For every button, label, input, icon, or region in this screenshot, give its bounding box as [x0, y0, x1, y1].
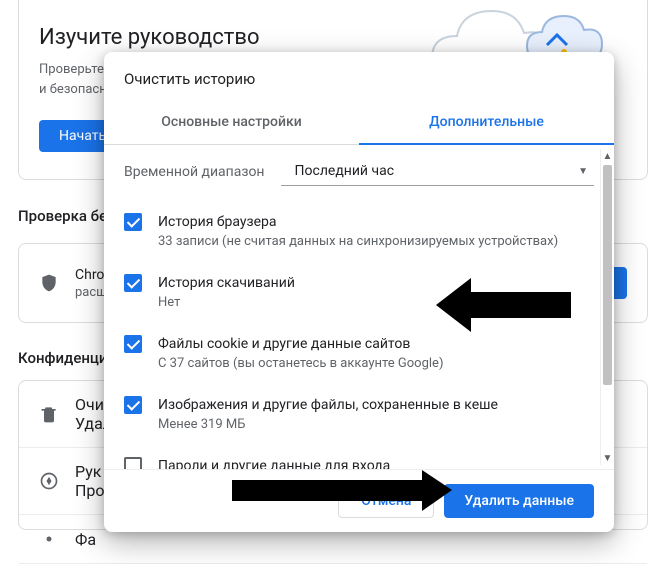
chevron-down-icon: ▼ — [578, 166, 588, 177]
cancel-button[interactable]: Отмена — [338, 484, 434, 518]
item-title: История браузера — [158, 212, 594, 232]
scrollbar[interactable]: ▲ ▼ — [600, 149, 613, 465]
item-title: Изображения и другие файлы, сохраненные … — [158, 395, 594, 415]
item-passwords: Пароли и другие данные для входа Нет — [124, 448, 594, 469]
scroll-up-icon[interactable]: ▲ — [601, 149, 614, 163]
shield-icon — [39, 273, 59, 293]
time-range-select[interactable]: Последний час ▼ — [281, 157, 594, 186]
trash-icon — [39, 404, 59, 424]
time-range-label: Временной диапазон — [124, 164, 265, 180]
clear-history-dialog: Очистить историю Основные настройки Допо… — [104, 52, 614, 532]
clear-data-button[interactable]: Удалить данные — [444, 484, 594, 518]
tabs: Основные настройки Дополнительные — [104, 102, 614, 145]
checkbox-browsing-history[interactable] — [124, 213, 142, 231]
tab-advanced[interactable]: Дополнительные — [359, 102, 614, 144]
time-range-value: Последний час — [295, 163, 395, 179]
checkbox-cache[interactable] — [124, 396, 142, 414]
item-sub: 33 записи (не считая данных на синхрониз… — [158, 233, 594, 251]
item-browsing-history: История браузера 33 записи (не считая да… — [124, 204, 594, 265]
checkbox-download-history[interactable] — [124, 274, 142, 292]
item-title: Файлы cookie и другие данные сайтов — [158, 334, 594, 354]
item-sub: Менее 319 МБ — [158, 416, 594, 434]
item-title: История скачиваний — [158, 273, 594, 293]
item-sub: Нет — [158, 294, 594, 312]
scroll-thumb[interactable] — [603, 165, 612, 385]
section-title-privacy: Конфиденци — [18, 349, 108, 367]
item-title: Пароли и другие данные для входа — [158, 456, 594, 469]
tab-basic[interactable]: Основные настройки — [104, 102, 359, 144]
section-title-security: Проверка бе — [18, 207, 107, 225]
dialog-title: Очистить историю — [104, 52, 614, 102]
checkbox-passwords[interactable] — [124, 457, 142, 469]
time-range-row: Временной диапазон Последний час ▼ — [124, 157, 594, 186]
dialog-body: Временной диапазон Последний час ▼ Истор… — [104, 145, 614, 469]
item-sub: С 37 сайтов (вы останетесь в аккаунте Go… — [158, 355, 594, 373]
checkbox-cookies[interactable] — [124, 335, 142, 353]
privacy-row3-title: Фа — [75, 530, 627, 549]
dialog-footer: Отмена Удалить данные — [104, 469, 614, 532]
item-cache: Изображения и другие файлы, сохраненные … — [124, 387, 594, 448]
scroll-down-icon[interactable]: ▼ — [601, 451, 614, 465]
gear-icon — [39, 529, 59, 549]
compass-icon — [39, 471, 59, 491]
item-download-history: История скачиваний Нет — [124, 265, 594, 326]
item-cookies: Файлы cookie и другие данные сайтов С 37… — [124, 326, 594, 387]
